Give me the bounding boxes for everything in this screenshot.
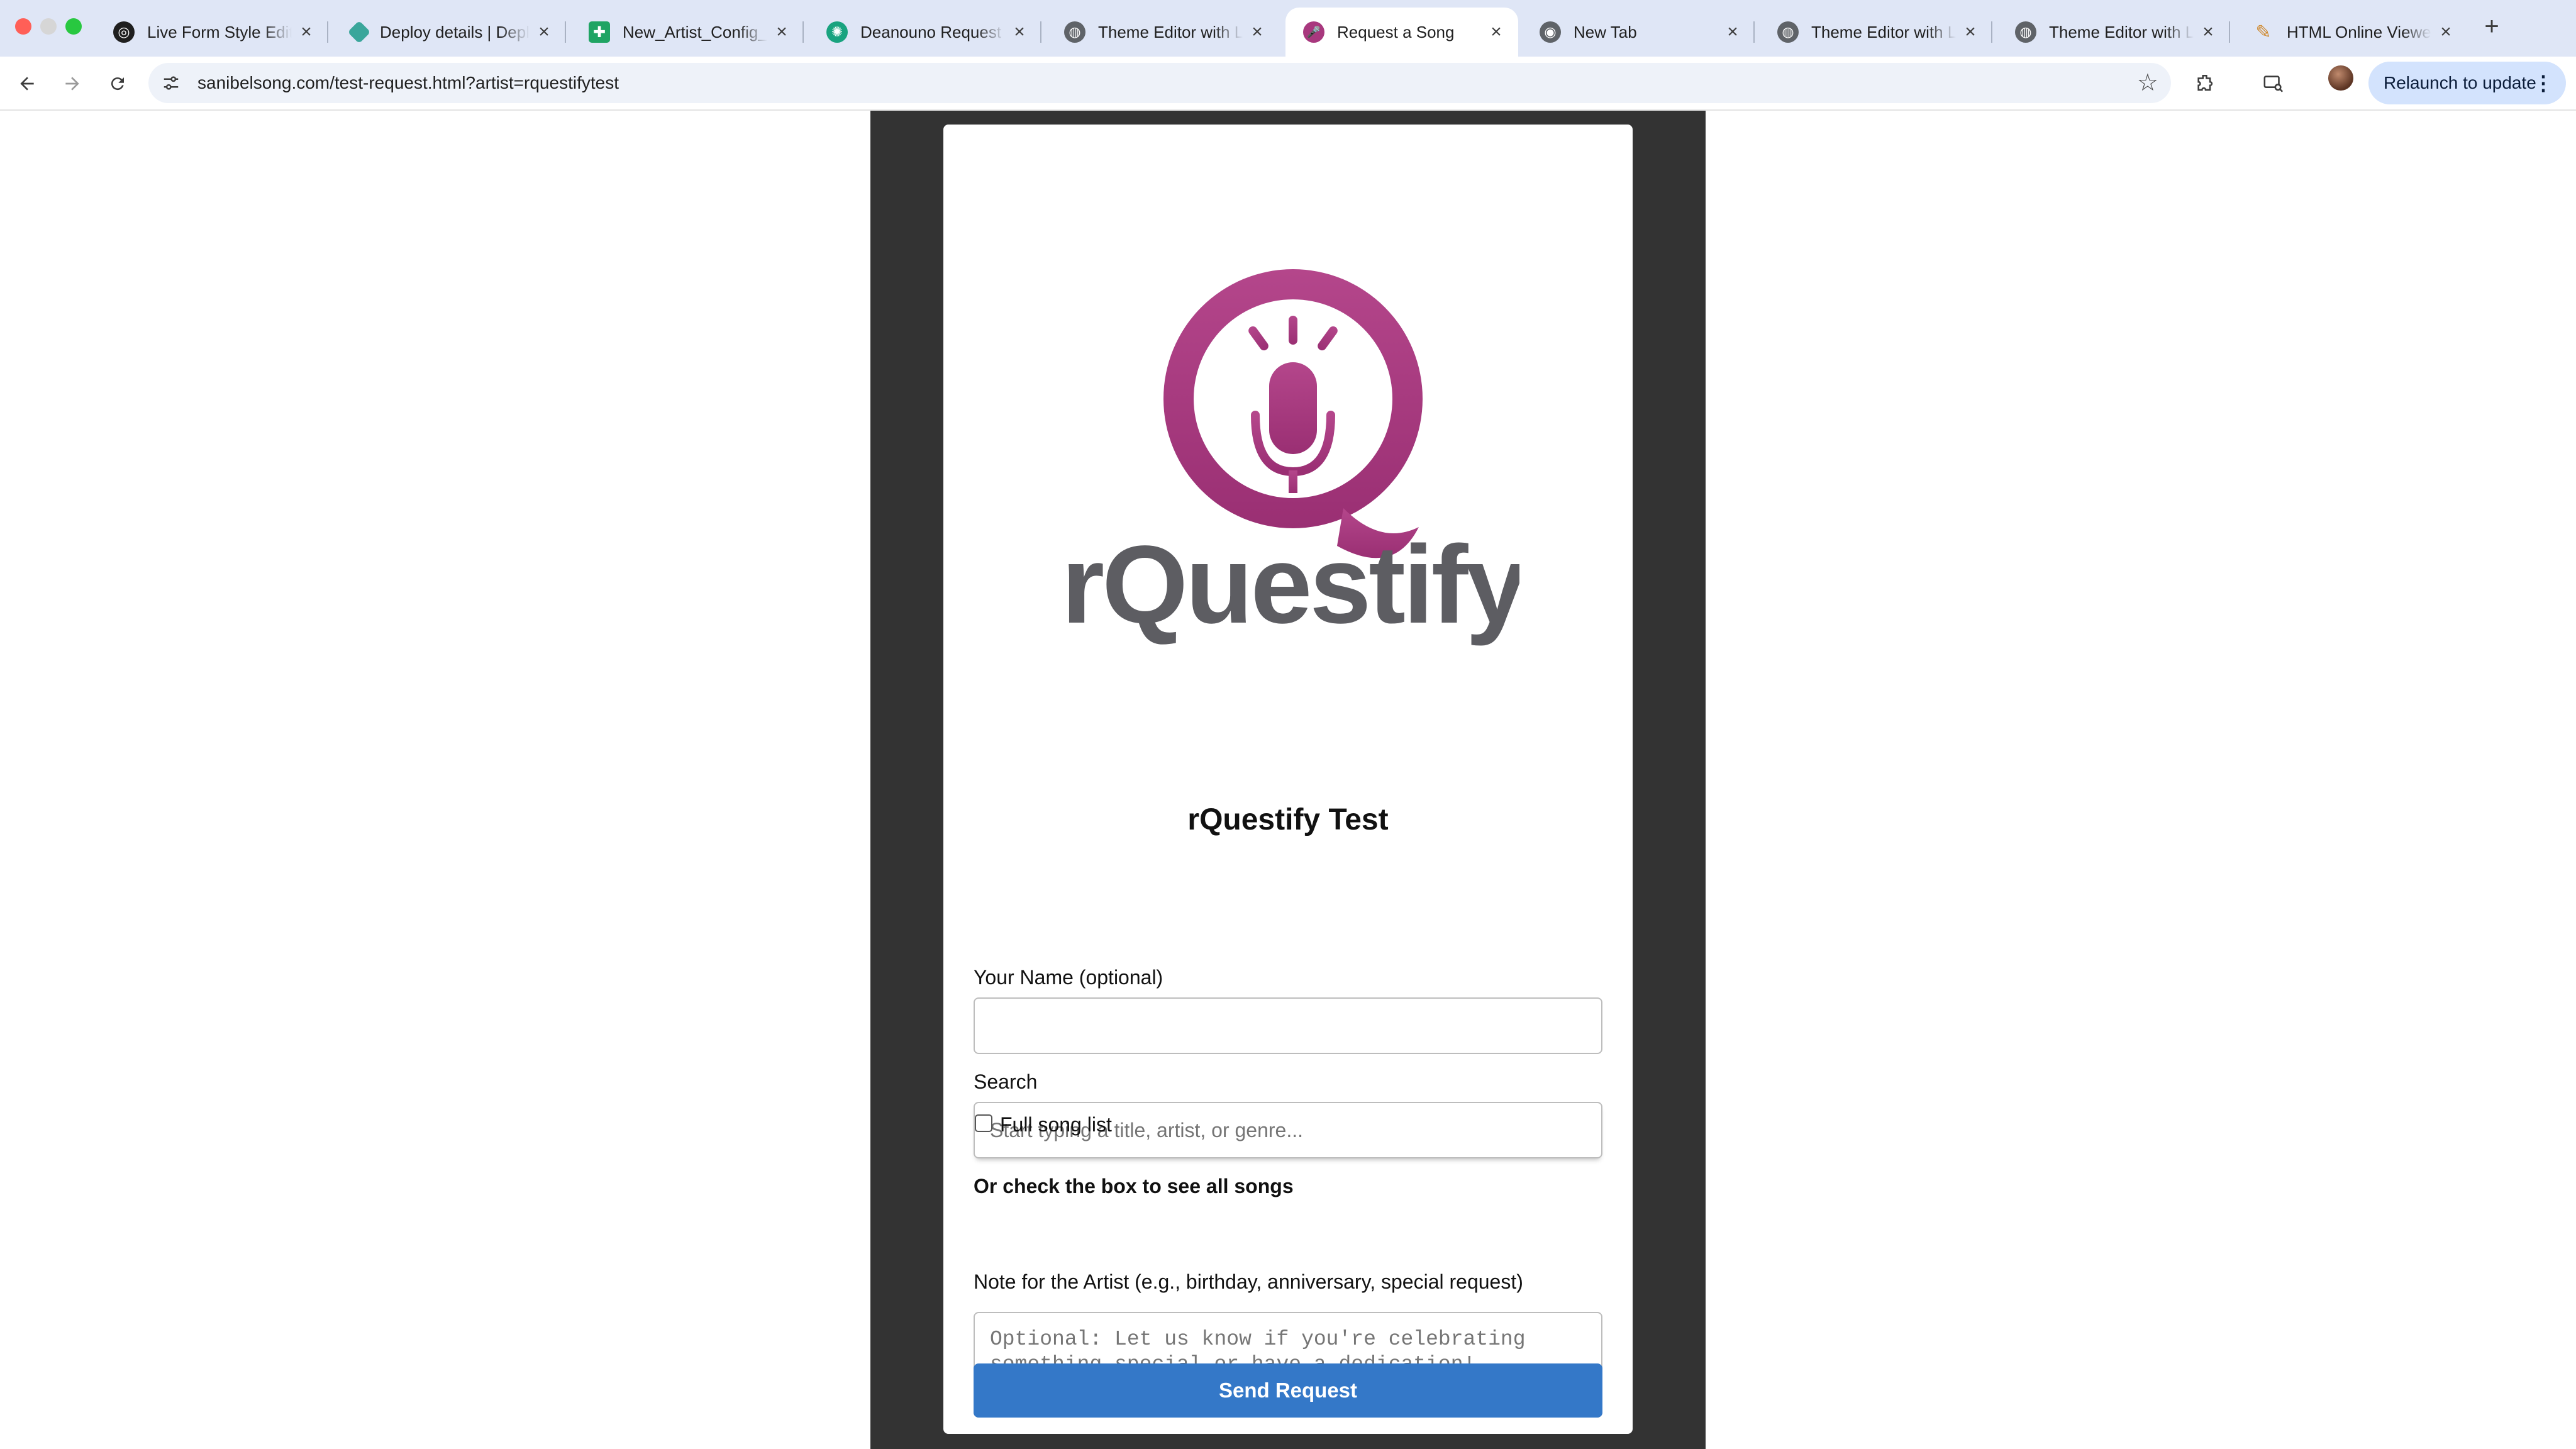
close-tab-icon[interactable]: × — [772, 21, 791, 43]
browser-tab-strip: ◎ Live Form Style Editor × Deploy detail… — [0, 0, 2576, 57]
minimize-window-button[interactable] — [40, 18, 57, 35]
tab-divider — [327, 21, 328, 43]
tab-divider — [1991, 21, 1992, 43]
chrome-icon: ◉ — [1540, 21, 1561, 43]
close-tab-icon[interactable]: × — [1961, 21, 1980, 43]
form-title: rQuestify Test — [1187, 803, 1389, 836]
globe-icon: ◍ — [1777, 21, 1799, 43]
full-song-list-checkbox[interactable] — [975, 1114, 992, 1132]
more-menu-icon[interactable]: ⋮ — [2533, 62, 2553, 104]
arrow-left-icon — [20, 77, 34, 91]
tab-divider — [565, 21, 566, 43]
openai-icon: ◎ — [113, 21, 135, 43]
microphone-logo-mark — [1163, 269, 1423, 558]
globe-icon: ◍ — [2015, 21, 2036, 43]
browser-tab[interactable]: ◎ Live Form Style Editor × — [96, 8, 328, 57]
relaunch-label: Relaunch to update — [2384, 73, 2536, 92]
rquestify-icon: 🎤 — [1303, 21, 1324, 43]
tab-divider — [2229, 21, 2230, 43]
close-tab-icon[interactable]: × — [1010, 21, 1029, 43]
browser-tab[interactable]: ✚ New_Artist_Config_ × — [571, 8, 804, 57]
tab-divider — [802, 21, 804, 43]
browser-tab[interactable]: ◍ Theme Editor with Li × — [1997, 8, 2230, 57]
check-all-heading: Or check the box to see all songs — [974, 1175, 1294, 1197]
maximize-window-button[interactable] — [65, 18, 82, 35]
name-input[interactable] — [974, 997, 1602, 1054]
back-button[interactable] — [9, 65, 45, 102]
puzzle-icon — [2197, 74, 2213, 91]
tab-divider — [1040, 21, 1041, 43]
request-form-card: rQuestify rQuestify Test Your Name (opti… — [943, 125, 1633, 1434]
tab-title: Theme Editor with Li — [2049, 22, 2194, 42]
full-song-list-label[interactable]: Full song list — [1000, 1113, 1112, 1136]
browser-toolbar: sanibelsong.com/test-request.html?artist… — [0, 57, 2576, 111]
close-tab-icon[interactable]: × — [535, 21, 553, 43]
tab-title: Live Form Style Editor — [147, 22, 292, 42]
cast-search-button[interactable] — [2255, 65, 2292, 102]
browser-tab[interactable]: ◉ New Tab × — [1522, 8, 1755, 57]
profile-avatar[interactable] — [2328, 65, 2353, 91]
tab-title: New Tab — [1574, 22, 1637, 42]
browser-tab[interactable]: ◍ Theme Editor with Li × — [1046, 8, 1279, 57]
close-tab-icon[interactable]: × — [1487, 21, 1506, 43]
extensions-button[interactable] — [2187, 65, 2224, 102]
site-settings-icon[interactable] — [160, 72, 182, 94]
arrow-right-icon — [65, 77, 79, 91]
tab-title: Deanouno Request S — [860, 22, 1005, 42]
send-request-button[interactable]: Send Request — [974, 1363, 1602, 1418]
reload-button[interactable] — [99, 65, 136, 102]
tab-title: Request a Song — [1337, 22, 1455, 42]
rquestify-logo: rQuestify — [1067, 269, 1519, 647]
pencil-icon: ✎ — [2255, 21, 2272, 43]
web-page: rQuestify rQuestify Test Your Name (opti… — [0, 111, 2576, 1449]
reload-icon — [111, 77, 124, 91]
close-tab-icon[interactable]: × — [297, 21, 316, 43]
url-text[interactable]: sanibelsong.com/test-request.html?artist… — [197, 63, 619, 103]
globe-icon: ◍ — [1064, 21, 1085, 43]
browser-tab[interactable]: ✺ Deanouno Request S × — [809, 8, 1041, 57]
forward-button[interactable] — [54, 65, 91, 102]
relaunch-button[interactable]: Relaunch to update ⋮ — [2368, 62, 2566, 104]
close-window-button[interactable] — [15, 18, 31, 35]
close-tab-icon[interactable]: × — [2199, 21, 2218, 43]
name-label: Your Name (optional) — [974, 966, 1163, 989]
browser-tab[interactable]: ✎ HTML Online Viewer × — [2235, 8, 2468, 57]
tab-title: Theme Editor with Li — [1811, 22, 1956, 42]
screen-search-icon — [2263, 75, 2284, 92]
browser-tab-active[interactable]: 🎤 Request a Song × — [1285, 8, 1518, 57]
close-tab-icon[interactable]: × — [1723, 21, 1742, 43]
netlify-icon — [347, 20, 371, 44]
new-tab-button[interactable]: + — [2479, 9, 2504, 44]
address-bar[interactable]: sanibelsong.com/test-request.html?artist… — [148, 63, 2171, 103]
browser-tab[interactable]: Deploy details | Deploy × — [333, 8, 566, 57]
tab-title: Theme Editor with Li — [1098, 22, 1243, 42]
bookmark-star-icon[interactable]: ☆ — [2137, 69, 2158, 97]
rquestify-wordmark: rQuestify — [1067, 523, 1519, 647]
sheets-icon: ✚ — [589, 21, 610, 43]
artist-note-label: Note for the Artist (e.g., birthday, ann… — [974, 1270, 1523, 1293]
tab-divider — [1753, 21, 1755, 43]
search-label: Search — [974, 1070, 1038, 1093]
tab-title: New_Artist_Config_ — [623, 22, 767, 42]
close-tab-icon[interactable]: × — [1248, 21, 1267, 43]
tab-title: Deploy details | Deploy — [380, 22, 530, 42]
close-tab-icon[interactable]: × — [2436, 21, 2455, 43]
chatgpt-icon: ✺ — [826, 21, 848, 43]
browser-tab[interactable]: ◍ Theme Editor with Li × — [1760, 8, 1992, 57]
tab-title: HTML Online Viewer — [2287, 22, 2431, 42]
